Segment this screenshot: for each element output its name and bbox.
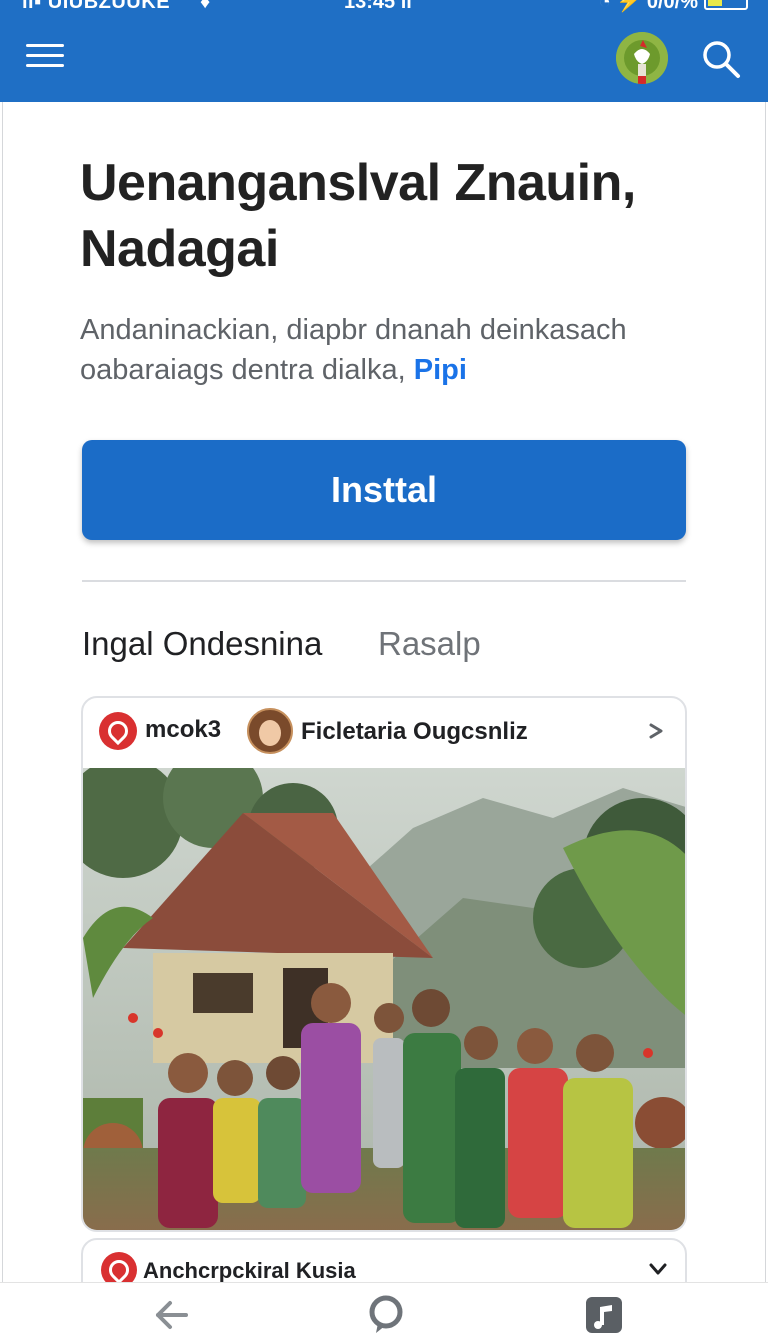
search-icon[interactable] [698,36,744,82]
post-card[interactable]: mcok3 Ficletaria Ougcsnliz [81,696,687,1232]
post-source[interactable]: mcok3 [145,716,221,744]
profile-avatar-icon[interactable] [616,32,668,84]
author-avatar[interactable] [247,708,293,754]
chevron-down-icon[interactable] [647,720,669,742]
page-description: Andaninackian, diapbr dnanah deinkasach … [80,310,680,390]
tab-secondary[interactable]: Rasalp [378,622,481,666]
status-carrier: ıl▪ UIUBZUUKE [22,0,171,13]
status-time: 13:45 ıl [344,0,412,13]
battery-icon [704,0,748,10]
chevron-down-icon[interactable] [647,1258,669,1280]
back-arrow-icon[interactable] [152,1295,192,1335]
bottom-navigation [0,1282,768,1344]
post-title[interactable]: Anchcrpckiral Kusia [143,1258,356,1284]
top-app-bar: ıl▪ UIUBZUUKE ♦ 13:45 ıl ◔ ⚡ 0/0/% [0,0,768,102]
description-text: Andaninackian, diapbr dnanah deinkasach … [80,314,627,386]
chat-bubble-icon[interactable] [366,1295,406,1335]
music-app-icon[interactable] [584,1295,624,1335]
install-button[interactable]: Insttal [82,440,686,540]
hamburger-menu-icon[interactable] [22,36,70,76]
divider [82,580,686,582]
page-title: Uenanganslval Znauin, Nadagai [80,154,636,278]
post-header: mcok3 Ficletaria Ougcsnliz [83,698,685,768]
tab-primary[interactable]: Ingal Ondesnina [82,622,322,666]
status-battery-text: ◔ ⚡ 0/0/% [598,0,698,13]
status-indicator: ♦ [200,0,211,13]
status-bar: ıl▪ UIUBZUUKE ♦ 13:45 ıl ◔ ⚡ 0/0/% [0,0,768,16]
post-author[interactable]: Ficletaria Ougcsnliz [301,718,528,746]
description-link[interactable]: Pipi [414,354,467,386]
location-pin-icon [99,712,137,750]
village-gathering-photo[interactable] [83,768,687,1232]
